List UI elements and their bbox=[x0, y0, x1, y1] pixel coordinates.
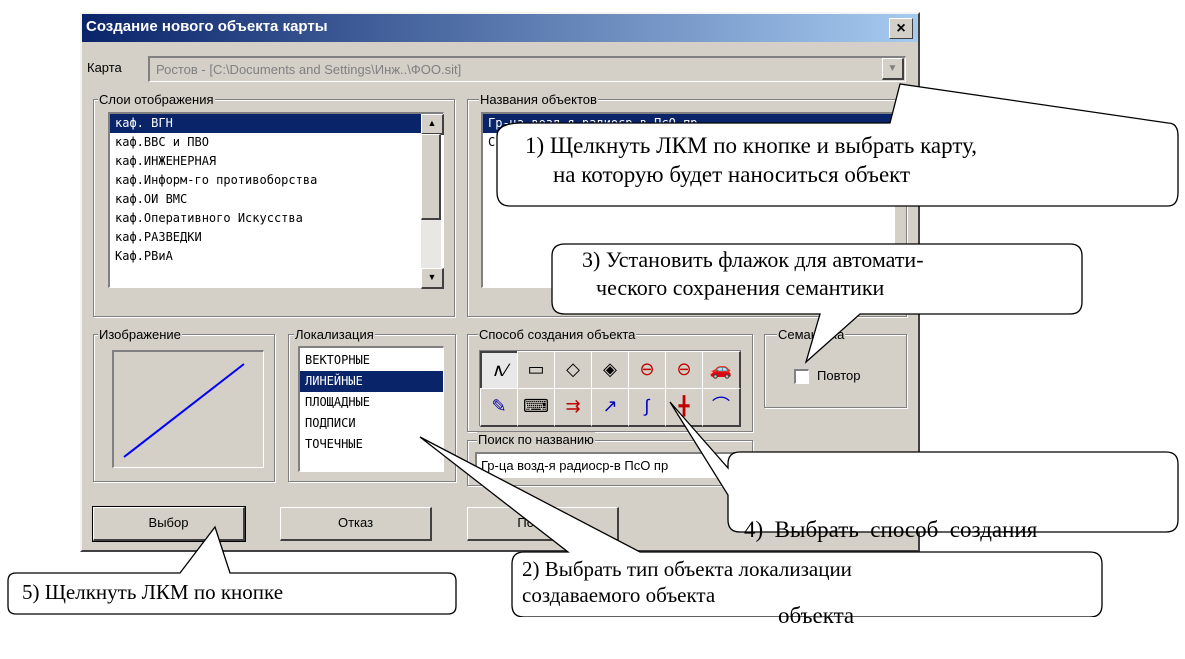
callout-2-text: 2) Выбрать тип объекта локализации созда… bbox=[522, 556, 852, 609]
callout-4-line1: 4) Выбрать способ создания bbox=[744, 516, 1038, 542]
callout-2-line2: создаваемого объекта bbox=[522, 583, 716, 608]
callout-3-line2: ческого сохранения семантики bbox=[596, 274, 885, 300]
callout-1-text: 1) Щелкнуть ЛКМ по кнопке и выбрать карт… bbox=[525, 132, 977, 190]
callout-2-line1: 2) Выбрать тип объекта локализации bbox=[522, 557, 852, 581]
callout-5-text: 5) Щелкнуть ЛКМ по кнопке bbox=[22, 580, 284, 604]
callout-3-text: 3) Установить флажок для автомати- ческо… bbox=[582, 246, 924, 301]
callout-1-line1: 1) Щелкнуть ЛКМ по кнопке и выбрать карт… bbox=[525, 133, 978, 158]
callout-3-line1: 3) Установить флажок для автомати- bbox=[582, 247, 924, 272]
callout-1-line2: на которую будет наноситься объект bbox=[553, 161, 911, 187]
